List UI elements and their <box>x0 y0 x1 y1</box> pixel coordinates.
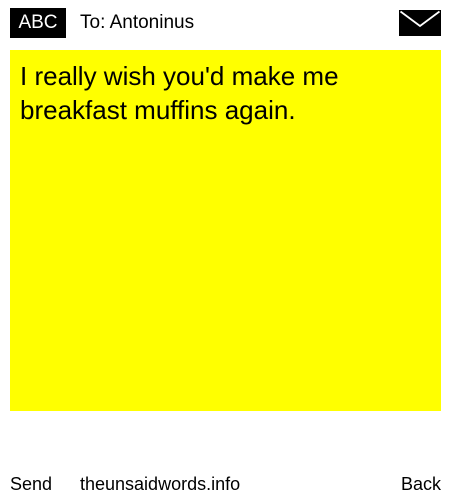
back-button[interactable]: Back <box>401 472 441 496</box>
site-link[interactable]: theunsaidwords.info <box>80 472 240 496</box>
recipient-field: To: Antoninus <box>80 12 195 33</box>
envelope-icon <box>399 10 441 36</box>
message-area[interactable]: I really wish you'd make me breakfast mu… <box>10 50 441 411</box>
send-button[interactable]: Send <box>10 472 52 496</box>
input-mode-badge: ABC <box>10 8 66 38</box>
message-text: I really wish you'd make me breakfast mu… <box>20 61 339 125</box>
